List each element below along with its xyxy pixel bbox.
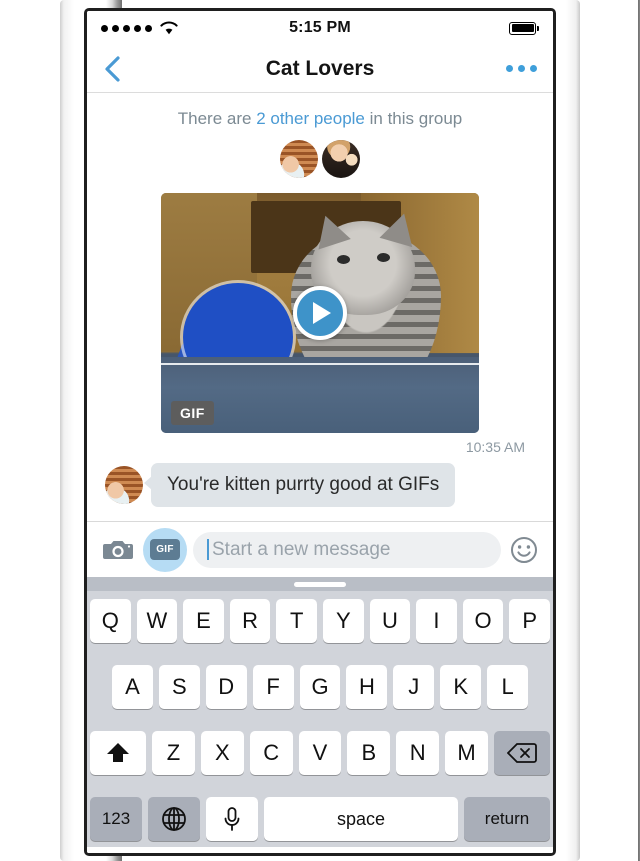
key-h[interactable]: H [346, 665, 388, 709]
key-n[interactable]: N [396, 731, 440, 775]
message-bubble[interactable]: You're kitten purrty good at GIFs [143, 463, 456, 507]
key-o[interactable]: O [462, 599, 504, 643]
key-v[interactable]: V [298, 731, 342, 775]
keyboard-row-4: 123 space return [90, 797, 550, 841]
status-bar: 5:15 PM [87, 11, 553, 45]
keyboard-drag-handle[interactable] [294, 581, 346, 587]
text-message-row: You're kitten purrty good at GIFs [87, 455, 553, 521]
key-a[interactable]: A [112, 665, 153, 709]
globe-icon[interactable] [148, 797, 200, 841]
key-q[interactable]: Q [90, 599, 131, 643]
key-u[interactable]: U [369, 599, 411, 643]
key-return[interactable]: return [464, 797, 550, 841]
keyboard-row-2: A S D F G H J K L [90, 665, 550, 709]
navigation-bar: Cat Lovers [87, 45, 553, 93]
key-j[interactable]: J [393, 665, 435, 709]
phone-screen: 5:15 PM Cat Lovers There are 2 other peo… [84, 8, 556, 856]
key-k[interactable]: K [440, 665, 482, 709]
key-c[interactable]: C [249, 731, 293, 775]
gif-picker-button[interactable]: GIF [143, 527, 187, 572]
keyboard-row-1: Q W E R T Y U I O P [90, 599, 550, 643]
keyboard-handle-strip [87, 577, 553, 591]
message-timestamp: 10:35 AM [465, 439, 525, 455]
message-input-bar: GIF Start a new message [87, 521, 553, 577]
gif-badge: GIF [171, 401, 214, 425]
key-w[interactable]: W [136, 599, 178, 643]
key-i[interactable]: I [416, 599, 457, 643]
keyboard-bottom-strip [87, 847, 553, 853]
group-notice-suffix: in this group [364, 109, 463, 128]
key-b[interactable]: B [347, 731, 391, 775]
avatar-person-dark[interactable] [321, 139, 361, 179]
group-notice-highlight[interactable]: 2 other people [256, 109, 365, 128]
backspace-icon[interactable] [494, 731, 551, 775]
more-horizontal-icon[interactable] [506, 65, 537, 72]
key-e[interactable]: E [183, 599, 224, 643]
microphone-icon[interactable] [206, 797, 258, 841]
page-title: Cat Lovers [265, 56, 375, 80]
conversation-area: There are 2 other people in this group G… [87, 93, 553, 521]
play-circle-icon[interactable] [293, 286, 347, 340]
text-caret [207, 539, 209, 560]
gif-button-label: GIF [150, 539, 180, 560]
keyboard-row-3: Z X C V B N M [90, 731, 551, 775]
key-x[interactable]: X [200, 731, 244, 775]
group-notice: There are 2 other people in this group [87, 109, 553, 129]
gif-attachment[interactable]: GIF [161, 193, 479, 433]
key-p[interactable]: P [509, 599, 550, 643]
group-avatars [87, 139, 553, 179]
key-l[interactable]: L [487, 665, 529, 709]
group-notice-prefix: There are [177, 109, 257, 128]
key-m[interactable]: M [445, 731, 489, 775]
avatar-person-blinds[interactable] [279, 139, 319, 179]
key-t[interactable]: T [276, 599, 317, 643]
avatar-person-blinds[interactable] [105, 466, 143, 504]
key-g[interactable]: G [299, 665, 341, 709]
status-time: 5:15 PM [289, 19, 351, 36]
message-input-field[interactable]: Start a new message [193, 531, 501, 568]
key-d[interactable]: D [205, 665, 247, 709]
smiley-icon[interactable] [507, 533, 541, 567]
key-space[interactable]: space [264, 797, 458, 841]
key-y[interactable]: Y [323, 599, 364, 643]
gif-message: GIF [87, 193, 553, 433]
message-input-placeholder: Start a new message [212, 538, 391, 560]
key-z[interactable]: Z [152, 731, 195, 775]
onscreen-keyboard: Q W E R T Y U I O P A S D F G H J K L Z … [87, 577, 553, 853]
camera-icon[interactable] [99, 533, 137, 567]
key-s[interactable]: S [158, 665, 200, 709]
key-f[interactable]: F [252, 665, 294, 709]
key-numbers[interactable]: 123 [90, 797, 142, 841]
key-r[interactable]: R [229, 599, 271, 643]
shift-arrow-icon[interactable] [90, 731, 146, 775]
